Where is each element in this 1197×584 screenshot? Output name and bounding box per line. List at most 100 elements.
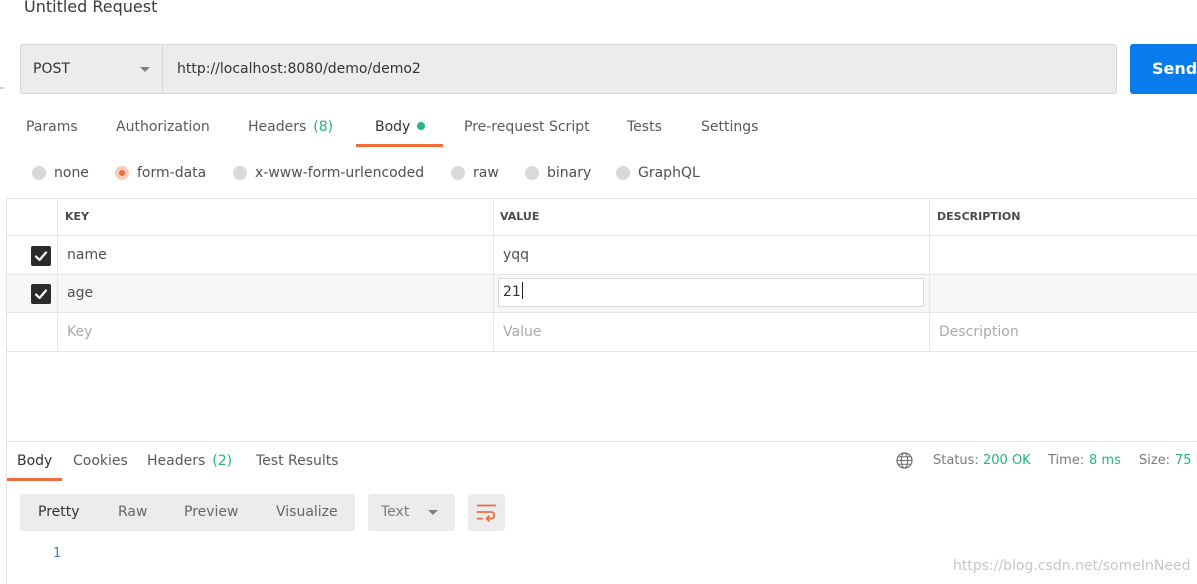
tab-label: Cookies (73, 453, 128, 469)
url-input[interactable]: http://localhost:8080/demo/demo2 (177, 45, 421, 93)
value-cell: 21 (493, 275, 929, 312)
header-value-cell: VALUE (493, 199, 929, 235)
description-cell[interactable]: Description (929, 313, 1197, 351)
view-mode-pretty[interactable]: Pretty (38, 494, 80, 531)
response-tab-headers[interactable]: Headers (2) (137, 444, 242, 481)
description-cell[interactable] (929, 236, 1197, 274)
radio-label: none (54, 165, 89, 181)
response-pane-divider[interactable] (7, 441, 1197, 442)
response-tab-test-results[interactable]: Test Results (246, 444, 349, 481)
format-value: Text (381, 504, 410, 520)
sidebar-resize-handle[interactable] (0, 87, 4, 89)
key-cell[interactable]: name (57, 236, 493, 274)
time-value[interactable]: 8 ms (1089, 451, 1121, 471)
value-input[interactable]: 21 (498, 278, 924, 307)
tab-label: Settings (701, 119, 759, 135)
text-cursor (521, 282, 523, 299)
key-cell[interactable]: age (57, 275, 493, 312)
wrap-lines-button[interactable] (468, 494, 505, 531)
body-type-binary[interactable]: binary (525, 163, 595, 183)
tab-authorization[interactable]: Authorization (97, 110, 229, 147)
tab-label: Body (375, 119, 411, 135)
send-button[interactable]: Send (1130, 44, 1197, 94)
view-mode-preview[interactable]: Preview (184, 494, 239, 531)
column-header-value: VALUE (500, 210, 540, 223)
radio-label: GraphQL (638, 165, 700, 181)
tab-label: Headers (248, 119, 307, 135)
tab-label: Authorization (116, 119, 210, 135)
table-header-row: KEY VALUE DESCRIPTION (7, 198, 1197, 236)
request-title[interactable]: Untitled Request (24, 0, 157, 15)
body-type-x-www-form-urlencoded[interactable]: x-www-form-urlencoded (233, 163, 429, 183)
column-header-key: KEY (65, 210, 90, 223)
value-input-text: 21 (503, 284, 521, 300)
body-type-none[interactable]: none (32, 163, 92, 183)
body-type-raw[interactable]: raw (451, 163, 501, 183)
url-bar: POST http://localhost:8080/demo/demo2 (20, 44, 1117, 94)
globe-icon[interactable] (896, 452, 913, 469)
radio-button[interactable] (115, 166, 129, 180)
status-value[interactable]: 200 OK (983, 451, 1031, 471)
view-mode-visualize[interactable]: Visualize (276, 494, 338, 531)
view-mode-raw[interactable]: Raw (118, 494, 147, 531)
radio-label: binary (547, 165, 592, 181)
method-value: POST (33, 61, 70, 77)
table-row: age 21 (7, 275, 1197, 313)
size-value[interactable]: 75 B (1175, 451, 1197, 471)
key-placeholder: Key (67, 324, 93, 340)
response-tab-cookies[interactable]: Cookies (63, 444, 138, 481)
headers-count: (8) (313, 119, 334, 135)
column-header-description: DESCRIPTION (937, 210, 1021, 223)
response-tab-body[interactable]: Body (7, 444, 63, 481)
tab-headers[interactable]: Headers (8) (229, 110, 352, 147)
table-row-new: Key Value Description (7, 313, 1197, 352)
checkbox-cell (7, 275, 57, 312)
radio-button[interactable] (616, 166, 630, 180)
table-row: name yqq (7, 236, 1197, 275)
format-select[interactable]: Text (368, 494, 455, 531)
radio-button[interactable] (233, 166, 247, 180)
tab-params[interactable]: Params (7, 110, 97, 147)
body-content-indicator (417, 122, 426, 130)
body-type-graphql[interactable]: GraphQL (616, 163, 706, 183)
view-mode-selector: Pretty Raw Preview Visualize (20, 494, 355, 531)
line-number: 1 (53, 546, 61, 561)
time-label: Time: (1048, 453, 1085, 468)
radio-label: raw (473, 165, 499, 181)
tab-pre-request-script[interactable]: Pre-request Script (445, 110, 609, 147)
radio-button[interactable] (32, 166, 46, 180)
tab-label: Headers (147, 453, 206, 469)
header-key-cell: KEY (57, 199, 493, 235)
tab-settings[interactable]: Settings (682, 110, 777, 147)
radio-button[interactable] (525, 166, 539, 180)
tab-label: Pre-request Script (464, 119, 590, 135)
radio-label: x-www-form-urlencoded (255, 165, 425, 181)
value-cell[interactable]: yqq (493, 236, 929, 274)
row-enabled-checkbox[interactable] (31, 246, 51, 266)
description-cell[interactable] (929, 275, 1197, 312)
description-placeholder: Description (939, 324, 1019, 340)
checkmark-icon (34, 289, 48, 300)
tab-body[interactable]: Body (356, 110, 444, 147)
watermark: https://blog.csdn.net/someInNeed (953, 558, 1191, 574)
method-select[interactable]: POST (21, 45, 163, 93)
tab-label: Tests (627, 119, 662, 135)
tab-label: Test Results (256, 453, 339, 469)
body-type-form-data[interactable]: form-data (115, 163, 210, 183)
value-cell[interactable]: Value (493, 313, 929, 351)
header-description-cell: DESCRIPTION (929, 199, 1197, 235)
key-text: age (67, 285, 94, 301)
value-text: yqq (503, 247, 530, 263)
headers-count: (2) (212, 453, 233, 469)
checkbox-cell (7, 313, 57, 351)
tab-tests[interactable]: Tests (608, 110, 681, 147)
key-text: name (67, 247, 107, 263)
status-label: Status: (933, 453, 979, 468)
row-enabled-checkbox[interactable] (31, 284, 51, 304)
chevron-down-icon (428, 510, 438, 515)
key-cell[interactable]: Key (57, 313, 493, 351)
header-checkbox-cell (7, 199, 57, 235)
wrap-lines-icon (476, 504, 497, 522)
radio-button[interactable] (451, 166, 465, 180)
checkbox-cell (7, 236, 57, 274)
